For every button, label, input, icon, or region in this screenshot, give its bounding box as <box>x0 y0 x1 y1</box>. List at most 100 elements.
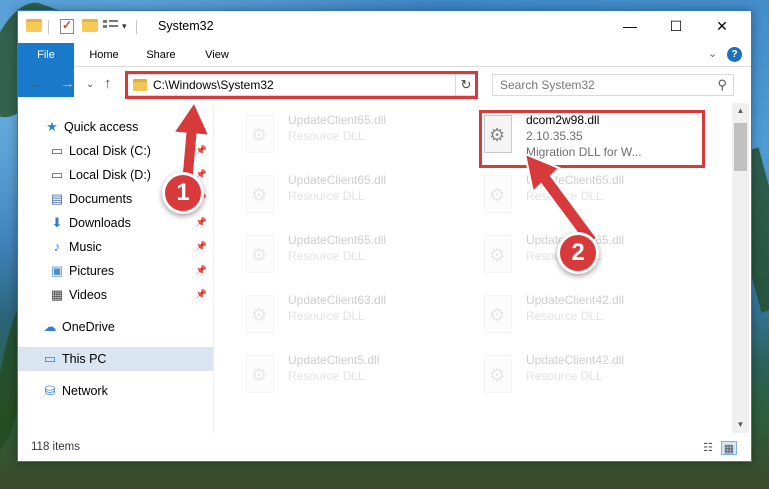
file-type: Resource DLL <box>288 369 365 383</box>
up-button[interactable]: ↑ <box>104 75 112 92</box>
file-item[interactable]: ⚙ UpdateClient63.dll Resource DLL <box>218 287 448 341</box>
file-name: UpdateClient63.dll <box>288 293 387 307</box>
close-button[interactable]: ✕ <box>699 11 745 41</box>
dll-file-icon: ⚙ <box>242 295 278 335</box>
vertical-scrollbar[interactable]: ▲ ▼ <box>732 103 749 433</box>
computer-icon: ▭ <box>43 351 57 366</box>
videos-icon: ▦ <box>50 287 64 302</box>
file-type: Resource DLL <box>526 309 603 323</box>
search-input[interactable]: Search System32 ⚲ <box>492 74 734 96</box>
pin-icon[interactable]: 📌 <box>196 265 207 276</box>
ribbon-tabs: File Home Share View ⌄ ? <box>18 43 751 97</box>
network-icon: ⛁ <box>44 383 56 398</box>
properties-check-icon[interactable] <box>60 18 74 34</box>
search-icon[interactable]: ⚲ <box>717 77 727 93</box>
quick-access-toolbar-icon[interactable] <box>103 19 119 32</box>
large-icons-view-icon[interactable]: ▦ <box>721 441 737 455</box>
tab-share[interactable]: Share <box>138 43 184 67</box>
dll-file-icon: ⚙ <box>242 355 278 395</box>
forward-button[interactable]: → <box>60 75 75 92</box>
file-name: UpdateClient65.dll <box>288 113 387 127</box>
scroll-down-icon[interactable]: ▼ <box>732 417 749 433</box>
sidebar-item-label: Local Disk (D:) <box>69 168 151 182</box>
file-name: UpdateClient42.dll <box>526 293 625 307</box>
file-name: UpdateClient5.dll <box>288 353 380 367</box>
pin-icon[interactable]: 📌 <box>196 289 207 300</box>
file-item[interactable]: ⚙ UpdateClient42.dll Resource DLL <box>456 287 686 341</box>
pin-icon[interactable]: 📌 <box>196 217 207 228</box>
address-bar-highlight <box>125 71 478 99</box>
file-item[interactable]: ⚙ UpdateClient65.dll Resource DLL <box>218 107 448 161</box>
minimize-button[interactable]: — <box>607 11 653 41</box>
file-type: Resource DLL <box>526 369 603 383</box>
file-item[interactable]: ⚙ UpdateClient42.dll Resource DLL <box>456 347 686 401</box>
dll-file-icon: ⚙ <box>480 295 516 335</box>
pictures-icon: ▣ <box>50 263 64 278</box>
sidebar-item-label: Music <box>69 240 102 254</box>
maximize-button[interactable]: ☐ <box>653 11 699 41</box>
sidebar-item-music[interactable]: ♪ Music 📌 <box>18 235 213 259</box>
address-row: ← → ⌄ ↑ C:\Windows\System32 ⌄ ↻ Search S… <box>18 69 751 101</box>
sidebar-item-label: OneDrive <box>62 320 115 334</box>
sidebar-item-label: Documents <box>69 192 133 206</box>
file-item[interactable]: ⚙ UpdateClient65.dll Resource DLL <box>218 227 448 281</box>
toolbar-divider <box>136 20 137 34</box>
onedrive-icon: ☁ <box>43 319 57 334</box>
file-name: UpdateClient65.dll <box>288 233 387 247</box>
help-icon[interactable]: ? <box>727 47 742 62</box>
dll-file-icon: ⚙ <box>480 355 516 395</box>
sidebar-item-label: Pictures <box>69 264 115 278</box>
downloads-icon: ⬇ <box>51 215 63 230</box>
title-bar: ▾ System32 — ☐ ✕ <box>18 11 751 43</box>
toolbar-divider <box>48 20 49 34</box>
file-type: Resource DLL <box>288 129 365 143</box>
sidebar-item-label: Quick access <box>64 120 139 134</box>
documents-icon: ▤ <box>50 191 64 206</box>
customize-toolbar-caret-icon[interactable]: ▾ <box>122 21 127 37</box>
file-name: UpdateClient42.dll <box>526 353 625 367</box>
file-type: Resource DLL <box>288 189 365 203</box>
file-item[interactable]: ⚙ UpdateClient65.dll Resource DLL <box>218 167 448 221</box>
dll-file-icon: ⚙ <box>242 175 278 215</box>
sidebar-item-network[interactable]: ⛁ Network <box>18 379 213 403</box>
sidebar-item-label: Network <box>62 384 108 398</box>
file-type: Resource DLL <box>288 309 365 323</box>
explorer-window: ▾ System32 — ☐ ✕ File Home Share View ⌄ … <box>17 10 752 462</box>
sidebar-item-label: This PC <box>62 352 107 366</box>
dll-file-icon: ⚙ <box>242 235 278 275</box>
scroll-thumb[interactable] <box>734 123 747 171</box>
sidebar-item-label: Downloads <box>69 216 131 230</box>
sidebar-item-videos[interactable]: ▦ Videos 📌 <box>18 283 213 307</box>
item-count: 118 items <box>31 441 81 453</box>
window-title: System32 <box>158 19 214 33</box>
drive-icon: ▭ <box>50 167 64 182</box>
new-folder-icon[interactable] <box>82 19 98 32</box>
status-bar: 118 items ☷ ▦ <box>18 435 751 461</box>
dll-file-icon: ⚙ <box>480 175 516 215</box>
sidebar-item-label: Videos <box>69 288 107 302</box>
pin-icon[interactable]: 📌 <box>196 241 207 252</box>
step-2-callout: 2 <box>557 232 599 274</box>
file-name: UpdateClient65.dll <box>288 173 387 187</box>
star-icon: ★ <box>46 119 58 134</box>
sidebar-item-label: Local Disk (C:) <box>69 144 151 158</box>
details-view-icon[interactable]: ☷ <box>700 441 716 455</box>
dll-file-icon: ⚙ <box>480 235 516 275</box>
sidebar-item-onedrive[interactable]: ☁ OneDrive <box>18 315 213 339</box>
search-placeholder: Search System32 <box>500 78 595 92</box>
sidebar-item-this-pc[interactable]: ▭ This PC <box>18 347 213 371</box>
sidebar-item-pictures[interactable]: ▣ Pictures 📌 <box>18 259 213 283</box>
tab-home[interactable]: Home <box>80 43 128 67</box>
back-button[interactable]: ← <box>30 75 45 92</box>
step-1-callout: 1 <box>162 172 204 214</box>
expand-ribbon-icon[interactable]: ⌄ <box>708 47 717 60</box>
tab-view[interactable]: View <box>194 43 240 67</box>
scroll-up-icon[interactable]: ▲ <box>732 103 749 119</box>
file-item[interactable]: ⚙ UpdateClient5.dll Resource DLL <box>218 347 448 401</box>
drive-icon: ▭ <box>50 143 64 158</box>
folder-icon <box>26 19 42 32</box>
recent-locations-button[interactable]: ⌄ <box>86 79 94 90</box>
sidebar-item-downloads[interactable]: ⬇ Downloads 📌 <box>18 211 213 235</box>
file-type: Resource DLL <box>288 249 365 263</box>
dll-file-icon: ⚙ <box>242 115 278 155</box>
